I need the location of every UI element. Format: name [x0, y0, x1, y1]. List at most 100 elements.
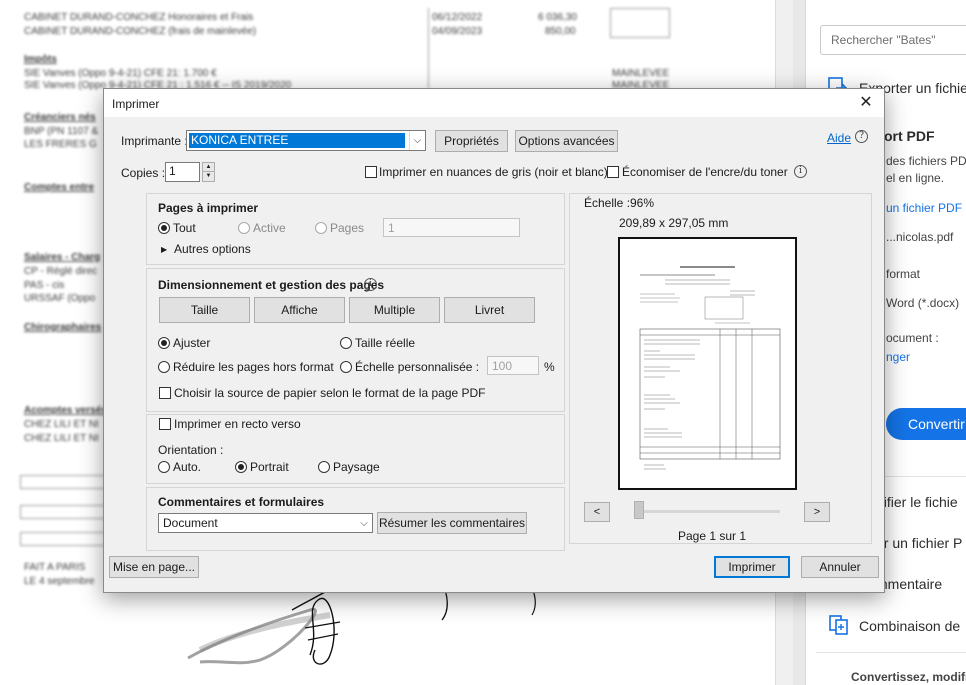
- info-icon[interactable]: i: [794, 165, 807, 178]
- percent-symbol: %: [544, 360, 555, 374]
- printer-select[interactable]: KONICA ENTREE ⌵: [186, 130, 426, 151]
- radio-orientation-auto[interactable]: [158, 461, 170, 473]
- page-range-label: Pages: [330, 221, 365, 235]
- next-page-button[interactable]: >: [804, 502, 830, 522]
- summarize-comments-button[interactable]: Résumer les commentaires: [377, 512, 527, 534]
- export-desc-2: el en ligne.: [886, 171, 945, 185]
- save-ink-checkbox[interactable]: [607, 166, 619, 178]
- expand-arrow-icon[interactable]: ▶: [161, 245, 167, 254]
- doc-date: 04/09/2023: [432, 26, 483, 37]
- cancel-button[interactable]: Annuler: [801, 556, 879, 578]
- radio-custom-scale[interactable]: [340, 361, 352, 373]
- change-language-link[interactable]: nger: [886, 350, 910, 364]
- radio-all-pages[interactable]: [158, 222, 170, 234]
- help-icon[interactable]: ?: [855, 130, 868, 143]
- tab-multiple[interactable]: Multiple: [349, 297, 440, 323]
- scale-label: Échelle :: [584, 196, 631, 210]
- tools-bottom-text: Convertissez, modifi: [851, 670, 966, 684]
- doc-cell: [20, 505, 110, 519]
- copies-stepper[interactable]: ▲ ▼: [202, 162, 215, 182]
- sizing-section-title: Dimensionnement et gestion des pages: [158, 278, 385, 292]
- word-format-option[interactable]: Word (*.docx): [886, 296, 959, 310]
- more-options-toggle[interactable]: Autres options: [174, 242, 251, 256]
- info-icon[interactable]: i: [364, 278, 377, 291]
- doc-heading: Comptes entre: [24, 182, 95, 193]
- page-range-input[interactable]: 1: [383, 218, 520, 237]
- chevron-down-icon: ⌵: [360, 518, 368, 529]
- page-indicator: Page 1 sur 1: [678, 529, 747, 543]
- doc-cell: [20, 532, 110, 546]
- dialog-title: Imprimer: [112, 97, 160, 111]
- all-pages-label: Tout: [173, 221, 196, 235]
- convert-button[interactable]: Convertir: [886, 408, 966, 440]
- doc-mainlevee: MAINLEVEE: [612, 68, 670, 79]
- radio-fit[interactable]: [158, 337, 170, 349]
- page-setup-button[interactable]: Mise en page...: [109, 556, 199, 578]
- orientation-label: Orientation :: [158, 443, 224, 457]
- orientation-landscape-label: Paysage: [333, 460, 380, 474]
- comments-select[interactable]: Document ⌵: [158, 513, 373, 533]
- doc-line: SIE Vanves (Oppo 9-4-21) CFE 21: 1.700 €: [24, 68, 217, 79]
- fit-label: Ajuster: [173, 336, 211, 350]
- doc-line: FAIT A PARIS: [24, 562, 86, 573]
- previous-page-button[interactable]: <: [584, 502, 610, 522]
- doc-line: URSSAF (Oppo: [24, 293, 96, 304]
- radio-active-page[interactable]: [238, 222, 250, 234]
- page-slider-track[interactable]: [638, 510, 780, 513]
- doc-amount: 850,00: [545, 26, 576, 37]
- copies-label: Copies :: [121, 166, 166, 180]
- grayscale-checkbox[interactable]: [365, 166, 377, 178]
- comments-select-value: Document: [163, 516, 218, 530]
- select-file-link[interactable]: un fichier PDF: [886, 201, 962, 215]
- tools-search-input[interactable]: Rechercher "Bates": [820, 25, 966, 55]
- combine-tool[interactable]: Combinaison de: [859, 618, 960, 634]
- duplex-label: Imprimer en recto verso: [174, 417, 301, 431]
- tab-poster[interactable]: Affiche: [254, 297, 345, 323]
- edit-pdf-tool[interactable]: difier le fichie: [876, 494, 958, 510]
- radio-orientation-landscape[interactable]: [318, 461, 330, 473]
- page-dimensions: 209,89 x 297,05 mm: [619, 216, 729, 230]
- print-button[interactable]: Imprimer: [714, 556, 790, 578]
- custom-scale-input[interactable]: 100: [487, 356, 539, 375]
- tab-booklet[interactable]: Livret: [444, 297, 535, 323]
- comments-panel: Commentaires et formulaires Document ⌵ R…: [146, 487, 565, 551]
- orientation-panel: Imprimer en recto verso Orientation : Au…: [146, 414, 565, 484]
- radio-page-range[interactable]: [315, 222, 327, 234]
- sizing-panel: Dimensionnement et gestion des pages i T…: [146, 268, 565, 412]
- doc-language-label: ocument :: [886, 331, 939, 345]
- export-pdf-title: ort PDF: [884, 128, 935, 144]
- help-link[interactable]: Aide: [827, 131, 851, 145]
- grayscale-label: Imprimer en nuances de gris (noir et bla…: [379, 165, 608, 179]
- doc-line: CP - Réglé direc: [24, 266, 98, 277]
- doc-cell: [20, 475, 110, 489]
- copies-input[interactable]: 1: [165, 162, 200, 182]
- duplex-checkbox[interactable]: [159, 418, 171, 430]
- page-slider-thumb[interactable]: [634, 501, 644, 519]
- doc-cell: [610, 8, 670, 38]
- tab-size[interactable]: Taille: [159, 297, 250, 323]
- custom-scale-label: Échelle personnalisée :: [355, 360, 480, 374]
- doc-line: CABINET DURAND-CONCHEZ (frais de mainlev…: [24, 26, 257, 37]
- stepper-down-icon[interactable]: ▼: [202, 172, 215, 182]
- tools-divider: [816, 652, 966, 653]
- printer-select-value: KONICA ENTREE: [191, 133, 289, 147]
- doc-line: CABINET DURAND-CONCHEZ Honoraires et Fra…: [24, 12, 254, 23]
- actual-size-label: Taille réelle: [355, 336, 416, 350]
- advanced-options-button[interactable]: Options avancées: [515, 130, 618, 152]
- paper-source-checkbox[interactable]: [159, 387, 171, 399]
- combine-files-icon: [829, 615, 848, 635]
- doc-line: BNP (PN 1107 &: [24, 126, 99, 137]
- properties-button[interactable]: Propriétés: [435, 130, 508, 152]
- create-pdf-tool[interactable]: er un fichier P: [876, 535, 962, 551]
- doc-line: LE 4 septembre: [24, 576, 95, 587]
- radio-actual-size[interactable]: [340, 337, 352, 349]
- print-dialog: Imprimer ✕ Imprimante : KONICA ENTREE ⌵ …: [103, 88, 885, 593]
- shrink-label: Réduire les pages hors format: [173, 360, 334, 374]
- radio-shrink[interactable]: [158, 361, 170, 373]
- stepper-up-icon[interactable]: ▲: [202, 162, 215, 172]
- doc-line: CHEZ LILI ET NI: [24, 433, 99, 444]
- radio-orientation-portrait[interactable]: [235, 461, 247, 473]
- close-icon[interactable]: ✕: [854, 91, 878, 115]
- comment-tool[interactable]: mmentaire: [876, 576, 942, 592]
- page-preview-thumbnail: [626, 249, 789, 477]
